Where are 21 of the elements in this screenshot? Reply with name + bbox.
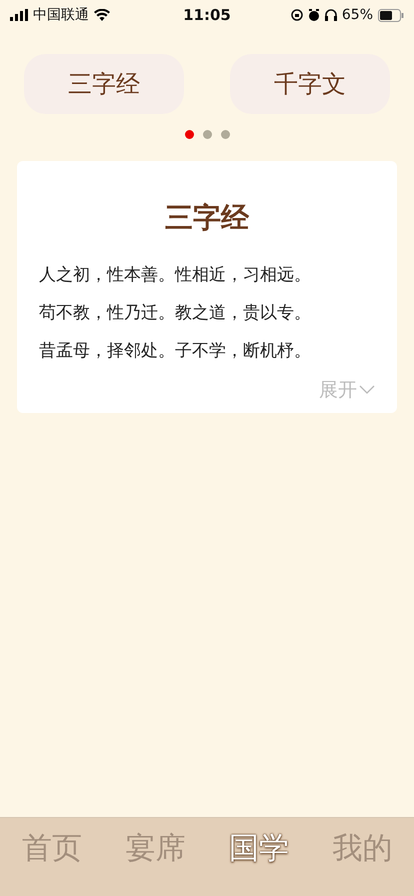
battery-icon bbox=[378, 8, 404, 22]
headphones-icon bbox=[324, 9, 337, 21]
tab[interactable]: 国学 bbox=[228, 828, 289, 869]
tab[interactable]: 宴席 bbox=[125, 828, 186, 869]
card-title: 三字经 bbox=[164, 200, 250, 236]
signal-icon bbox=[10, 9, 28, 21]
tab[interactable]: 首页 bbox=[22, 828, 82, 869]
verse-line: 苟不教，性乃迁。教之道，贵以专。 bbox=[39, 302, 312, 324]
rotation-lock-icon bbox=[290, 9, 303, 21]
verse-line: 昔孟母，择邻处。子不学，断机杼。 bbox=[39, 340, 312, 362]
alarm-icon bbox=[308, 8, 320, 22]
clock-time: 11:05 bbox=[183, 6, 231, 24]
expand-button[interactable]: 展开 bbox=[319, 377, 375, 403]
chevron-down-icon bbox=[359, 385, 375, 395]
carrier-name: 中国联通 bbox=[33, 6, 89, 24]
battery-percent: 65% bbox=[342, 7, 373, 23]
wifi-icon bbox=[94, 9, 110, 21]
category-button[interactable]: 千字文 bbox=[230, 54, 390, 114]
tab[interactable]: 我的 bbox=[332, 828, 392, 869]
verse-line: 人之初，性本善。性相近，习相远。 bbox=[39, 264, 312, 286]
category-button[interactable]: 三字经 bbox=[24, 54, 184, 114]
